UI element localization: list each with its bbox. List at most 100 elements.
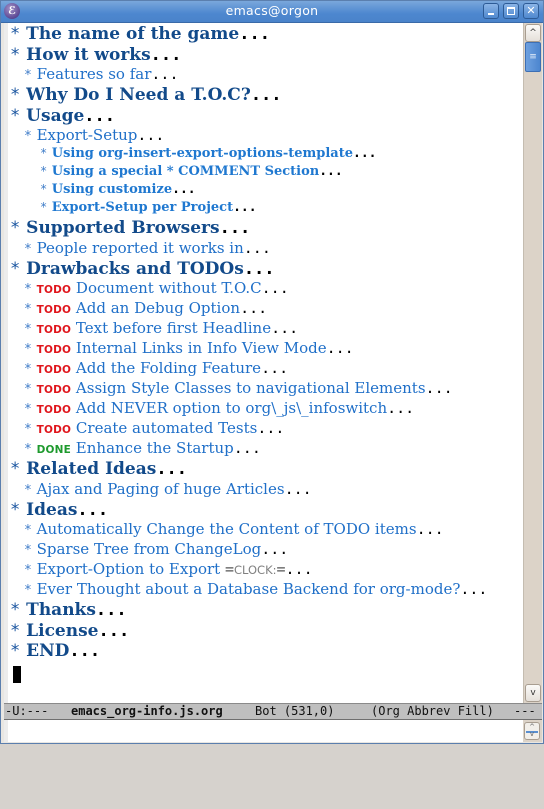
outline-heading-level-2[interactable]: * TODO Text before first Headline... — [10, 319, 298, 337]
fold-ellipsis[interactable]: ... — [151, 65, 178, 83]
outline-heading-level-2[interactable]: * Export-Setup... — [10, 126, 164, 144]
fold-ellipsis[interactable]: ... — [353, 146, 376, 161]
todo-keyword: TODO — [36, 284, 72, 296]
fold-ellipsis[interactable]: ... — [96, 600, 127, 620]
heading-text: Assign Style Classes to navigational Ele… — [75, 379, 426, 397]
outline-heading-level-3[interactable]: * Using org-insert-export-options-templa… — [10, 146, 376, 161]
heading-star: * — [40, 146, 48, 160]
outline-heading-level-1[interactable]: * Why Do I Need a T.O.C?... — [10, 85, 282, 105]
done-keyword: DONE — [36, 444, 72, 456]
outline-heading-level-3[interactable]: * Using a special * COMMENT Section... — [10, 164, 343, 179]
scroll-down-button[interactable]: v — [525, 684, 541, 702]
outline-heading-level-2[interactable]: * TODO Document without T.O.C... — [10, 279, 289, 297]
outline-heading-level-2[interactable]: * Features so far... — [10, 65, 178, 83]
outline-heading-level-1[interactable]: * Thanks... — [10, 600, 127, 620]
outline-heading-level-1[interactable]: * Ideas... — [10, 500, 108, 520]
heading-star: * — [24, 563, 32, 578]
outline-heading-level-2[interactable]: * TODO Assign Style Classes to navigatio… — [10, 379, 453, 397]
fold-ellipsis[interactable]: ... — [251, 85, 282, 105]
outline-heading-level-2[interactable]: * People reported it works in... — [10, 239, 271, 257]
fold-ellipsis[interactable]: ... — [151, 45, 182, 65]
fold-ellipsis[interactable]: ... — [240, 299, 267, 317]
fold-ellipsis[interactable]: ... — [77, 500, 108, 520]
outline-heading-level-2[interactable]: * TODO Internal Links in Info View Mode.… — [10, 339, 354, 357]
heading-star: * — [40, 182, 48, 196]
heading-star: * — [10, 600, 21, 620]
fold-ellipsis[interactable]: ... — [271, 319, 298, 337]
fold-ellipsis[interactable]: ... — [172, 182, 195, 197]
title-bar[interactable]: ℰ emacs@orgon ✕ — [1, 1, 543, 23]
fold-ellipsis[interactable]: ... — [84, 106, 115, 126]
outline-heading-level-1[interactable]: * Supported Browsers... — [10, 218, 250, 238]
fold-ellipsis[interactable]: ... — [319, 164, 342, 179]
scrollbar-thumb[interactable]: ≡ — [525, 42, 541, 72]
outline-heading-level-2[interactable]: * Export-Option to Export =CLOCK:=... — [10, 560, 313, 578]
modeline-modes[interactable]: (Org Abbrev Fill) — [371, 704, 494, 719]
outline-heading-level-1[interactable]: * END... — [10, 641, 100, 661]
fold-ellipsis[interactable]: ... — [387, 399, 414, 417]
outline-heading-level-1[interactable]: * Drawbacks and TODOs... — [10, 259, 275, 279]
fold-ellipsis[interactable]: ... — [417, 520, 444, 538]
heading-text: Ever Thought about a Database Backend fo… — [36, 580, 461, 598]
heading-star: * — [24, 523, 32, 538]
outline-heading-level-2[interactable]: * DONE Enhance the Startup... — [10, 439, 261, 457]
fold-ellipsis[interactable]: ... — [286, 560, 313, 578]
outline-heading-level-2[interactable]: * TODO Add the Folding Feature... — [10, 359, 288, 377]
fold-ellipsis[interactable]: ... — [261, 359, 288, 377]
minimize-button[interactable] — [483, 3, 499, 19]
outline-heading-level-2[interactable]: * Sparse Tree from ChangeLog... — [10, 540, 288, 558]
fold-ellipsis[interactable]: ... — [234, 439, 261, 457]
outline-heading-level-2[interactable]: * TODO Add NEVER option to org\_js\_info… — [10, 399, 414, 417]
modeline-buffer-name[interactable]: emacs_org-info.js.org — [71, 704, 223, 719]
fold-ellipsis[interactable]: ... — [99, 621, 130, 641]
fold-ellipsis[interactable]: ... — [244, 239, 271, 257]
minibuffer-scrollbar[interactable]: ^ v — [523, 720, 542, 742]
heading-text: Export-Setup per Project — [51, 200, 234, 215]
fold-ellipsis[interactable]: ... — [239, 24, 270, 44]
heading-text: Usage — [26, 105, 85, 126]
minibuffer-spin[interactable]: ^ v — [524, 722, 540, 740]
heading-text: Add an Debug Option — [75, 299, 241, 317]
close-button[interactable]: ✕ — [523, 3, 539, 19]
fold-ellipsis[interactable]: ... — [460, 580, 487, 598]
maximize-button[interactable] — [503, 3, 519, 19]
grip-icon: ≡ — [529, 52, 537, 62]
heading-text: Ideas — [26, 499, 78, 520]
outline-heading-level-2[interactable]: * Ajax and Paging of huge Articles... — [10, 480, 312, 498]
fold-ellipsis[interactable]: ... — [262, 279, 289, 297]
heading-text: Ajax and Paging of huge Articles — [36, 479, 285, 498]
fold-ellipsis[interactable]: ... — [261, 540, 288, 558]
vertical-scrollbar[interactable]: ^ ≡ v — [523, 23, 542, 703]
outline-heading-level-1[interactable]: * How it works... — [10, 45, 181, 65]
org-buffer[interactable]: * The name of the game... * How it works.… — [4, 23, 523, 703]
fold-ellipsis[interactable]: ... — [137, 126, 164, 144]
outline-heading-level-1[interactable]: * Related Ideas... — [10, 459, 187, 479]
fold-ellipsis[interactable]: ... — [285, 480, 312, 498]
outline-heading-level-2[interactable]: * Ever Thought about a Database Backend … — [10, 580, 487, 598]
chevron-up-icon: ^ — [529, 28, 537, 38]
outline-heading-level-2[interactable]: * TODO Create automated Tests... — [10, 419, 284, 437]
fold-ellipsis[interactable]: ... — [69, 641, 100, 661]
heading-star: * — [40, 200, 48, 214]
scroll-up-button[interactable]: ^ — [525, 24, 541, 42]
fold-ellipsis[interactable]: ... — [233, 200, 256, 215]
fold-ellipsis[interactable]: ... — [327, 339, 354, 357]
outline-heading-level-1[interactable]: * License... — [10, 621, 129, 641]
outline-heading-level-2[interactable]: * Automatically Change the Content of TO… — [10, 520, 444, 538]
heading-star: * — [10, 24, 21, 44]
minimize-icon — [488, 13, 494, 15]
fold-ellipsis[interactable]: ... — [156, 459, 187, 479]
fold-ellipsis[interactable]: ... — [426, 379, 453, 397]
fold-ellipsis[interactable]: ... — [257, 419, 284, 437]
outline-heading-level-2[interactable]: * TODO Add an Debug Option... — [10, 299, 267, 317]
verbatim-close-mark: = — [276, 560, 286, 578]
outline-heading-level-1[interactable]: * Usage... — [10, 106, 115, 126]
fold-ellipsis[interactable]: ... — [244, 259, 275, 279]
outline-heading-level-3[interactable]: * Using customize... — [10, 182, 196, 197]
fold-ellipsis[interactable]: ... — [220, 218, 251, 238]
outline-heading-level-3[interactable]: * Export-Setup per Project... — [10, 200, 257, 215]
outline-heading-level-1[interactable]: * The name of the game... — [10, 24, 270, 44]
heading-star: * — [10, 641, 21, 661]
minibuffer[interactable] — [4, 720, 523, 742]
modeline-position: Bot (531,0) — [255, 704, 335, 718]
